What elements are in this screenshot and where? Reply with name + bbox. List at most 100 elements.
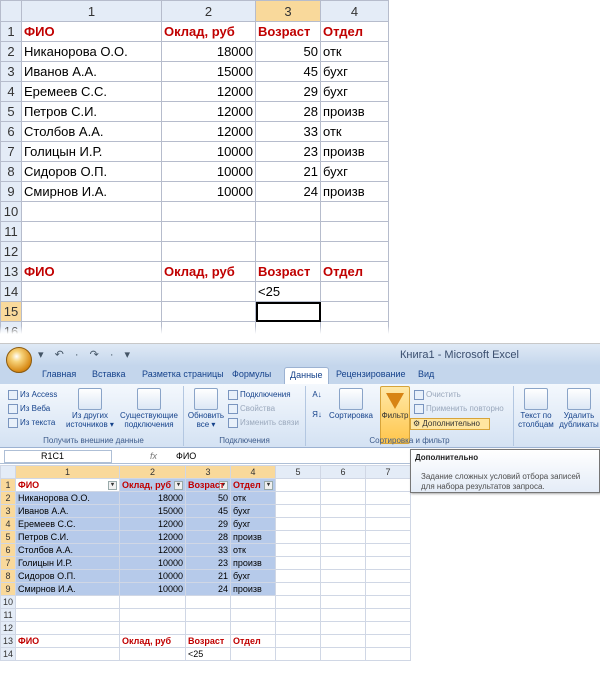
name-box[interactable]: R1C1 [4,450,112,463]
cell[interactable] [185,621,232,635]
row-header[interactable]: 12 [0,241,22,262]
cell[interactable] [275,543,322,557]
formula-input[interactable]: ФИО [176,451,196,461]
cell[interactable] [365,504,412,518]
cell[interactable] [185,608,232,622]
cell[interactable] [275,569,322,583]
cell[interactable]: 12000 [119,517,187,531]
cell[interactable]: 12000 [161,81,256,102]
from-web-button[interactable]: Из Веба [8,404,50,414]
cell[interactable] [275,530,322,544]
cell[interactable]: 45 [255,61,321,82]
cell[interactable]: 10000 [161,141,256,162]
tab-3[interactable]: Формулы [232,369,271,379]
cell[interactable]: 29 [185,517,232,531]
cell[interactable]: бухг [230,569,277,583]
sort-za-button[interactable]: Я↓ [310,410,324,419]
cell[interactable] [230,608,277,622]
sort-button[interactable]: Сортировка [326,388,376,420]
cell[interactable] [275,608,322,622]
row-header[interactable]: 15 [0,301,22,322]
cell[interactable]: Отдел [320,261,389,282]
cell[interactable]: Смирнов И.А. [21,181,162,202]
cell[interactable] [365,621,412,635]
cell[interactable] [320,569,367,583]
cell[interactable]: ФИО [21,261,162,282]
cell[interactable]: Оклад, руб [161,21,256,42]
clear-button[interactable]: Очистить [414,390,461,400]
cell[interactable]: 45 [185,504,232,518]
row-header[interactable]: 5 [0,101,22,122]
cell[interactable]: отк [230,543,277,557]
cell[interactable] [365,595,412,609]
cell[interactable]: Столбов А.А. [21,121,162,142]
existing-connections-button[interactable]: Существующие подключения [118,388,180,429]
cell[interactable]: Голицын И.Р. [21,141,162,162]
cell[interactable]: Еремеев С.С. [21,81,162,102]
row-header[interactable]: 2 [0,491,17,505]
cell[interactable] [255,241,321,262]
cell[interactable] [320,478,367,492]
cell[interactable]: 12000 [119,543,187,557]
cell[interactable]: <25 [185,647,232,661]
column-header[interactable]: 4 [320,0,389,22]
cell[interactable]: ▾ Отдел [230,478,277,492]
cell[interactable]: отк [230,491,277,505]
row-header[interactable]: 10 [0,595,17,609]
cell[interactable] [161,221,256,242]
cell[interactable] [320,543,367,557]
row-header[interactable]: 12 [0,621,17,635]
cell[interactable]: ▾ Возраст [185,478,232,492]
cell[interactable] [365,543,412,557]
cell[interactable] [230,621,277,635]
cell[interactable] [275,504,322,518]
cell[interactable]: Иванов А.А. [21,61,162,82]
cell[interactable]: 33 [185,543,232,557]
cell[interactable] [255,201,321,222]
cell[interactable] [255,221,321,242]
cell[interactable] [119,647,187,661]
cell[interactable]: ▾ Оклад, руб [119,478,187,492]
cell[interactable]: 29 [255,81,321,102]
cell[interactable]: Голицын И.Р. [15,556,121,570]
cell[interactable]: <25 [255,281,321,302]
text-to-columns-button[interactable]: Текст по столбцам [516,388,556,429]
cell[interactable]: 18000 [119,491,187,505]
cell[interactable] [275,621,322,635]
cell[interactable] [161,281,256,302]
cell[interactable] [320,201,389,222]
row-header[interactable]: 14 [0,647,17,661]
cell[interactable] [320,595,367,609]
cell[interactable]: произв [320,141,389,162]
cell[interactable]: 10000 [119,569,187,583]
cell[interactable]: бухг [230,504,277,518]
cell[interactable]: 12000 [161,121,256,142]
edit-links-button[interactable]: Изменить связи [228,418,299,428]
row-header[interactable]: 6 [0,121,22,142]
row-header[interactable]: 11 [0,608,17,622]
cell[interactable] [365,556,412,570]
column-header[interactable]: 3 [185,465,232,479]
column-header[interactable]: 2 [161,0,256,22]
cell[interactable]: произв [230,556,277,570]
row-header[interactable]: 7 [0,141,22,162]
cell[interactable] [275,517,322,531]
cell[interactable]: произв [320,181,389,202]
cell[interactable] [365,608,412,622]
cell[interactable] [320,281,389,302]
cell[interactable]: 50 [185,491,232,505]
cell[interactable] [275,634,322,648]
cell[interactable] [230,647,277,661]
cell[interactable]: Столбов А.А. [15,543,121,557]
cell[interactable]: бухг [320,61,389,82]
row-header[interactable]: 11 [0,221,22,242]
from-access-button[interactable]: Из Access [8,390,57,400]
cell[interactable]: Возраст [255,21,321,42]
cell[interactable]: Возраст [255,261,321,282]
cell[interactable]: 18000 [161,41,256,62]
cell[interactable]: Отдел [320,21,389,42]
filter-dropdown-icon[interactable]: ▾ [264,481,274,490]
cell[interactable]: 12000 [119,530,187,544]
row-header[interactable]: 8 [0,161,22,182]
cell[interactable] [365,491,412,505]
